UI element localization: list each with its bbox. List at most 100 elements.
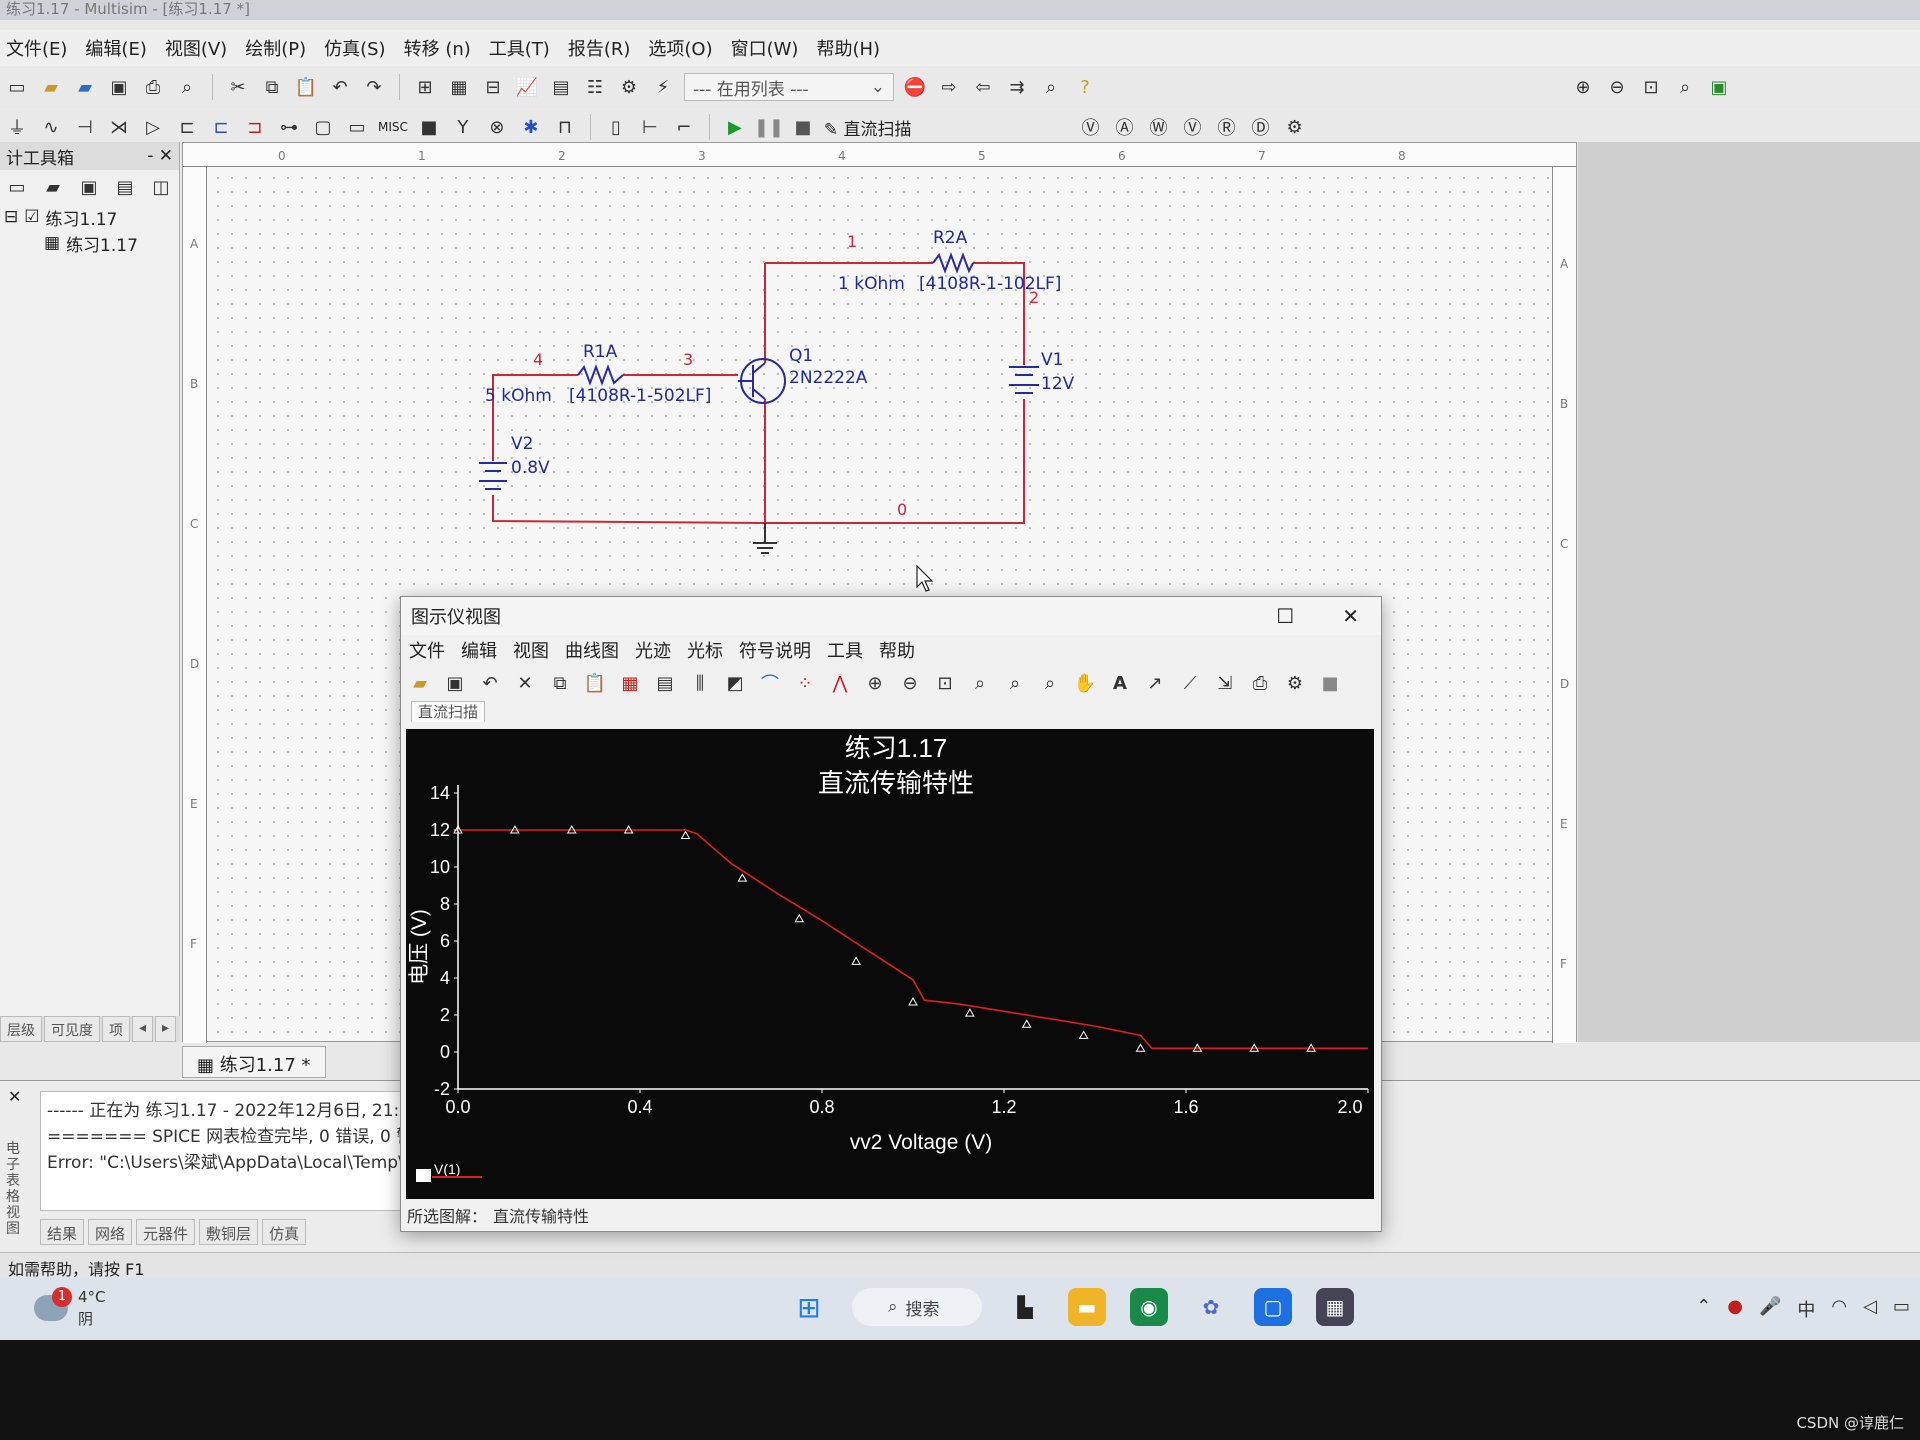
overlay-icon[interactable]: ⟋	[1177, 670, 1203, 696]
zoom-in-icon[interactable]: ⊕	[1570, 74, 1596, 100]
paste-icon[interactable]: 📋	[582, 670, 608, 696]
close-icon[interactable]: ✕	[8, 1087, 21, 1106]
tab-hierarchy[interactable]: 层级	[0, 1016, 42, 1042]
wifi-icon[interactable]: ◠	[1831, 1296, 1847, 1322]
place-connector-icon[interactable]: ⊓	[552, 114, 578, 140]
tree-child[interactable]: ▦ 练习1.17	[0, 230, 179, 256]
new-design-icon[interactable]: ▭	[4, 174, 30, 200]
probe-digital-icon[interactable]: Ⓓ	[1248, 114, 1274, 140]
menu-edit[interactable]: 编辑(E)	[85, 35, 146, 61]
tab-visibility[interactable]: 可见度	[44, 1016, 100, 1042]
zoom-out-icon[interactable]: ⊖	[1604, 74, 1630, 100]
tree-root[interactable]: ⊟ ☑ 练习1.17	[0, 204, 179, 230]
grid-icon[interactable]: ▦	[617, 670, 643, 696]
find-examples-icon[interactable]: ⌕	[1038, 74, 1064, 100]
tab-simulation[interactable]: 仿真	[262, 1219, 307, 1245]
browser-icon[interactable]: ◉	[1130, 1288, 1168, 1326]
grapher-titlebar[interactable]: 图示仪视图 ☐ ✕	[401, 597, 1381, 635]
place-ttl-icon[interactable]: ⊏	[174, 114, 200, 140]
pause-simulation-icon[interactable]: ❚❚	[754, 114, 784, 140]
redo-icon[interactable]: ↷	[361, 74, 387, 100]
battery-icon[interactable]: ▭	[1893, 1296, 1910, 1322]
open-folder-icon[interactable]: ▰	[407, 670, 433, 696]
scroll-left-icon[interactable]: ◂	[132, 1016, 154, 1042]
maximize-icon[interactable]: ☐	[1276, 604, 1294, 628]
help-icon[interactable]: ?	[1072, 74, 1098, 100]
markers-trace-icon[interactable]: ⋀	[827, 670, 853, 696]
stop-icon[interactable]: ■	[1317, 670, 1343, 696]
grapher-icon[interactable]: 📈	[514, 74, 540, 100]
plot-area[interactable]: 练习1.17 直流传输特性 vv2 Voltage (V) 电压 (V) 14 1…	[406, 729, 1374, 1199]
grapher-menu-cursor[interactable]: 光标	[687, 637, 723, 663]
backannotate-icon[interactable]: ⇦	[970, 74, 996, 100]
grapher-menu-tools[interactable]: 工具	[827, 637, 863, 663]
probe-power-icon[interactable]: Ⓦ	[1146, 114, 1172, 140]
checkbox-icon[interactable]: ☑	[24, 207, 39, 227]
in-use-list-dropdown[interactable]: --- 在用列表 --- ⌄	[684, 73, 894, 101]
place-basic-icon[interactable]: ∿	[38, 114, 64, 140]
visibility-icon[interactable]: ◫	[148, 174, 174, 200]
place-bus-icon[interactable]: ⊢	[637, 114, 663, 140]
toolbox-toggle-icon[interactable]: ⊞	[412, 74, 438, 100]
grapher-menu-edit[interactable]: 编辑	[461, 637, 497, 663]
line-trace-icon[interactable]: ⌒	[757, 670, 783, 696]
scroll-right-icon[interactable]: ▸	[155, 1016, 177, 1042]
menu-transfer[interactable]: 转移 (n)	[404, 35, 471, 61]
zoom-in-icon[interactable]: ⊕	[862, 670, 888, 696]
tab-nets[interactable]: 网络	[88, 1219, 133, 1245]
zoom-x-icon[interactable]: ⌕	[967, 670, 993, 696]
stop-simulation-icon[interactable]: ■	[790, 114, 816, 140]
legend-icon[interactable]: ▤	[652, 670, 678, 696]
app-icon[interactable]: ▢	[1254, 1288, 1292, 1326]
undo-icon[interactable]: ↶	[477, 670, 503, 696]
chevron-up-icon[interactable]: ⌃	[1696, 1296, 1711, 1322]
zoom-fit-icon[interactable]: ⌕	[1037, 670, 1063, 696]
input-method[interactable]: 中	[1797, 1296, 1815, 1322]
task-view-icon[interactable]: ▙	[1006, 1288, 1044, 1326]
text-icon[interactable]: A	[1107, 670, 1133, 696]
open-folder-icon[interactable]: ▰	[38, 74, 64, 100]
probe-differential-icon[interactable]: Ⓥ	[1180, 114, 1206, 140]
electrical-rules-icon[interactable]: ⚡	[650, 74, 676, 100]
place-advanced-peripherals-icon[interactable]: ■	[416, 114, 442, 140]
place-misc-button[interactable]: MISC	[378, 120, 408, 134]
copy-icon[interactable]: ⧉	[547, 670, 573, 696]
print-preview-icon[interactable]: ⌕	[174, 74, 200, 100]
grapher-menu-help[interactable]: 帮助	[879, 637, 915, 663]
component-view-icon[interactable]: ⊟	[480, 74, 506, 100]
analysis-selector[interactable]: ✎ 直流扫描	[824, 115, 912, 140]
delete-icon[interactable]: ✕	[512, 670, 538, 696]
multisim-icon[interactable]: ▦	[1316, 1288, 1354, 1326]
annotate-icon[interactable]: ↗	[1142, 670, 1168, 696]
taskbar-search[interactable]: ⌕ 搜索	[852, 1288, 982, 1326]
cursors-icon[interactable]: ⫼	[687, 670, 713, 696]
component-wizard-icon[interactable]: ⚙	[616, 74, 642, 100]
grapher-menu-trace[interactable]: 光迹	[635, 637, 671, 663]
grapher-menu-view[interactable]: 视图	[513, 637, 549, 663]
place-source-icon[interactable]: ⏚	[4, 114, 30, 140]
open-sample-icon[interactable]: ▰	[72, 74, 98, 100]
zoom-area-icon[interactable]: ⊡	[932, 670, 958, 696]
qq-icon[interactable]: ●	[1727, 1296, 1743, 1322]
close-icon[interactable]: ✕	[1342, 604, 1359, 628]
grapher-menu-graph[interactable]: 曲线图	[565, 637, 619, 663]
copy-icon[interactable]: ⧉	[259, 74, 285, 100]
export-icon[interactable]: ⇲	[1212, 670, 1238, 696]
menu-options[interactable]: 选项(O)	[648, 35, 712, 61]
undo-icon[interactable]: ↶	[327, 74, 353, 100]
zoom-fit-icon[interactable]: ⌕	[1672, 74, 1698, 100]
place-diode-icon[interactable]: ⊣	[72, 114, 98, 140]
place-power-icon[interactable]: ▭	[344, 114, 370, 140]
menu-view[interactable]: 视图(V)	[165, 35, 227, 61]
settings-icon[interactable]: ⚙	[1282, 670, 1308, 696]
zoom-out-icon[interactable]: ⊖	[897, 670, 923, 696]
erc-icon[interactable]: ⛔	[902, 74, 928, 100]
place-cmos-icon[interactable]: ⊏	[208, 114, 234, 140]
dark-background-icon[interactable]: ◩	[722, 670, 748, 696]
tab-components[interactable]: 元器件	[136, 1219, 196, 1245]
save-design-icon[interactable]: ▣	[76, 174, 102, 200]
legend-checkbox[interactable]	[416, 1169, 431, 1182]
volume-icon[interactable]: ◁	[1863, 1296, 1877, 1322]
cut-icon[interactable]: ✂	[225, 74, 251, 100]
print-icon[interactable]: ⎙	[140, 74, 166, 100]
